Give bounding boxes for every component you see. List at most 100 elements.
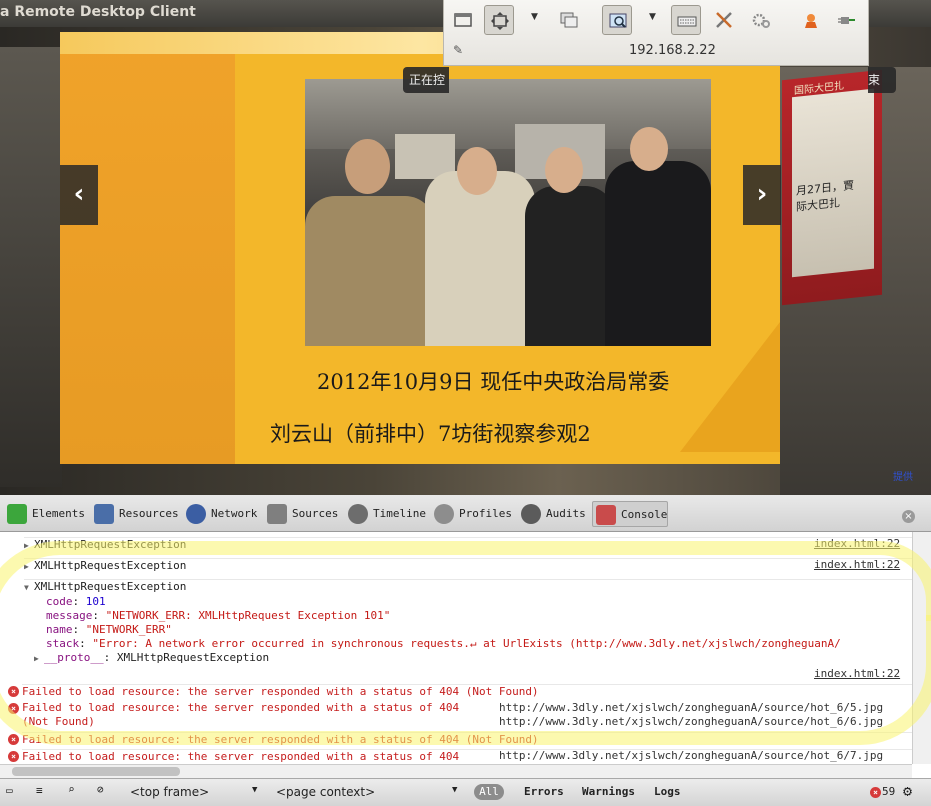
screenshot-button[interactable] <box>602 5 632 35</box>
search-icon[interactable]: ⌕ <box>68 783 75 796</box>
photo-person-4 <box>605 161 711 346</box>
tab-console-label: Console <box>621 508 668 521</box>
horizontal-scroll-thumb[interactable] <box>12 767 180 776</box>
window-icon <box>454 13 472 27</box>
prop-message: message: "NETWORK_ERR: XMLHttpRequest Ex… <box>46 609 391 622</box>
slide-caption-line1: 2012年10月9日 现任中央政治局常委 <box>317 370 670 394</box>
keyboard-button[interactable] <box>671 5 701 35</box>
tab-sources[interactable]: Sources <box>264 501 338 527</box>
window-title: a Remote Desktop Client <box>0 4 196 20</box>
disconnect-button[interactable] <box>796 5 826 35</box>
tab-profiles-label: Profiles <box>459 507 512 520</box>
frame-selector[interactable]: <top frame> <box>130 783 209 802</box>
expand-triangle-icon[interactable]: ▶ <box>24 562 34 571</box>
scale-button[interactable] <box>484 5 514 35</box>
error-count[interactable]: 59 <box>882 785 895 798</box>
tab-audits-label: Audits <box>546 507 586 520</box>
screenshot-dropdown-arrow[interactable]: ▼ <box>649 12 656 22</box>
photo-person-3 <box>525 186 615 346</box>
console-drawer-icon[interactable]: ≡ <box>36 784 43 797</box>
poster-photo: 月27日，賈 际大巴扎 <box>792 88 874 278</box>
console-entry-collapsed-1[interactable]: ▶ XMLHttpRequestException <box>24 537 912 551</box>
scale-dropdown-arrow[interactable]: ▼ <box>531 12 538 22</box>
prop-name: name: "NETWORK_ERR" <box>46 623 172 636</box>
zoom-screen-icon <box>609 13 627 28</box>
switch-view-button[interactable] <box>554 5 584 35</box>
filter-warnings-button[interactable]: Warnings <box>582 785 635 798</box>
chevron-down-icon[interactable]: ▼ <box>252 785 257 795</box>
tab-resources-label: Resources <box>119 507 179 520</box>
prop-proto[interactable]: ▶ __proto__: XMLHttpRequestException <box>34 651 912 664</box>
background-poster: 国际大巴扎 月27日，賈 际大巴扎 <box>782 69 882 306</box>
console-vertical-scrollbar[interactable] <box>912 532 931 764</box>
console-statusbar: ▭ ≡ ⌕ ⊘ <top frame> ▼ <page context> ▼ A… <box>0 778 931 806</box>
console-entry-expanded[interactable]: ▼ XMLHttpRequestException <box>24 579 912 593</box>
slide-next-button[interactable]: › <box>743 165 781 225</box>
error-url-4[interactable]: http://www.3dly.net/xjslwch/zongheguanA/… <box>499 749 883 762</box>
tab-sources-label: Sources <box>292 507 339 520</box>
clear-console-icon[interactable]: ⊘ <box>97 783 104 796</box>
timeline-icon <box>348 504 368 524</box>
slide-side-panel <box>60 32 235 464</box>
minimize-toolbar-button[interactable] <box>832 5 862 35</box>
tab-audits[interactable]: Audits <box>518 501 586 527</box>
disconnect-icon <box>805 14 817 28</box>
error-line-3: Failed to load resource: the server resp… <box>22 732 912 746</box>
console-icon <box>596 505 616 525</box>
photo-person-2 <box>425 171 535 346</box>
tab-resources[interactable]: Resources <box>91 501 179 527</box>
tab-network[interactable]: Network <box>183 501 257 527</box>
elements-icon <box>7 504 27 524</box>
expand-triangle-icon[interactable]: ▶ <box>34 654 44 663</box>
expand-triangle-icon[interactable]: ▶ <box>24 541 34 550</box>
error-icon: × <box>8 734 19 745</box>
source-link-1[interactable]: index.html:22 <box>814 537 900 550</box>
console-horizontal-scrollbar[interactable] <box>0 764 912 778</box>
remote-status-pill-left: 正在控 <box>403 67 449 93</box>
tab-console[interactable]: Console <box>592 501 668 527</box>
pin-icon[interactable]: ✎ <box>453 43 463 57</box>
source-link-3[interactable]: index.html:22 <box>814 667 900 680</box>
tools-button[interactable] <box>709 5 739 35</box>
photo-head-3 <box>545 147 583 193</box>
tab-timeline[interactable]: Timeline <box>345 501 426 527</box>
devtools-toolbar: Elements Resources Network Sources Timel… <box>0 495 931 532</box>
chevron-down-icon[interactable]: ▼ <box>452 785 457 795</box>
remote-host-address: 192.168.2.22 <box>629 43 716 58</box>
scale-arrows-icon <box>491 12 509 30</box>
network-icon <box>186 504 206 524</box>
dock-icon[interactable]: ▭ <box>6 784 13 797</box>
tools-icon <box>716 12 732 28</box>
gear-icon <box>752 13 770 28</box>
slide-prev-button[interactable]: ‹ <box>60 165 98 225</box>
context-selector[interactable]: <page context> <box>276 783 375 802</box>
prop-stack: stack: "Error: A network error occurred … <box>46 637 841 650</box>
tab-elements[interactable]: Elements <box>4 501 85 527</box>
console-entry-collapsed-2[interactable]: ▶ XMLHttpRequestException <box>24 558 912 572</box>
tab-profiles[interactable]: Profiles <box>431 501 512 527</box>
error-icon: × <box>8 703 19 714</box>
tab-timeline-label: Timeline <box>373 507 426 520</box>
filter-all-button[interactable]: All <box>474 784 504 800</box>
console-output: ▶ XMLHttpRequestException index.html:22 ▶… <box>0 532 912 764</box>
settings-gear-icon[interactable]: ⚙ <box>903 782 912 800</box>
audits-icon <box>521 504 541 524</box>
error-line-1: Failed to load resource: the server resp… <box>22 684 912 698</box>
filter-errors-button[interactable]: Errors <box>524 785 564 798</box>
side-link[interactable]: 提供 <box>893 468 913 483</box>
toggle-fullscreen-button[interactable] <box>448 5 478 35</box>
switch-window-icon <box>560 12 578 28</box>
filter-logs-button[interactable]: Logs <box>654 785 681 798</box>
source-link-2[interactable]: index.html:22 <box>814 558 900 571</box>
collapse-triangle-icon[interactable]: ▼ <box>24 583 34 592</box>
error-url-2[interactable]: http://www.3dly.net/xjslwch/zongheguanA/… <box>499 715 883 728</box>
preferences-button[interactable] <box>746 5 776 35</box>
background-left <box>0 47 62 487</box>
tab-network-label: Network <box>211 507 258 520</box>
close-devtools-icon[interactable]: × <box>902 510 915 523</box>
keyboard-icon <box>677 16 697 27</box>
plug-icon <box>838 17 855 24</box>
remote-desktop-view[interactable]: 国际大巴扎 月27日，賈 际大巴扎 提供 2012年10月9日 现任中央政治局常… <box>0 27 931 495</box>
tab-elements-label: Elements <box>32 507 85 520</box>
poster-text-2: 际大巴扎 <box>796 196 840 214</box>
